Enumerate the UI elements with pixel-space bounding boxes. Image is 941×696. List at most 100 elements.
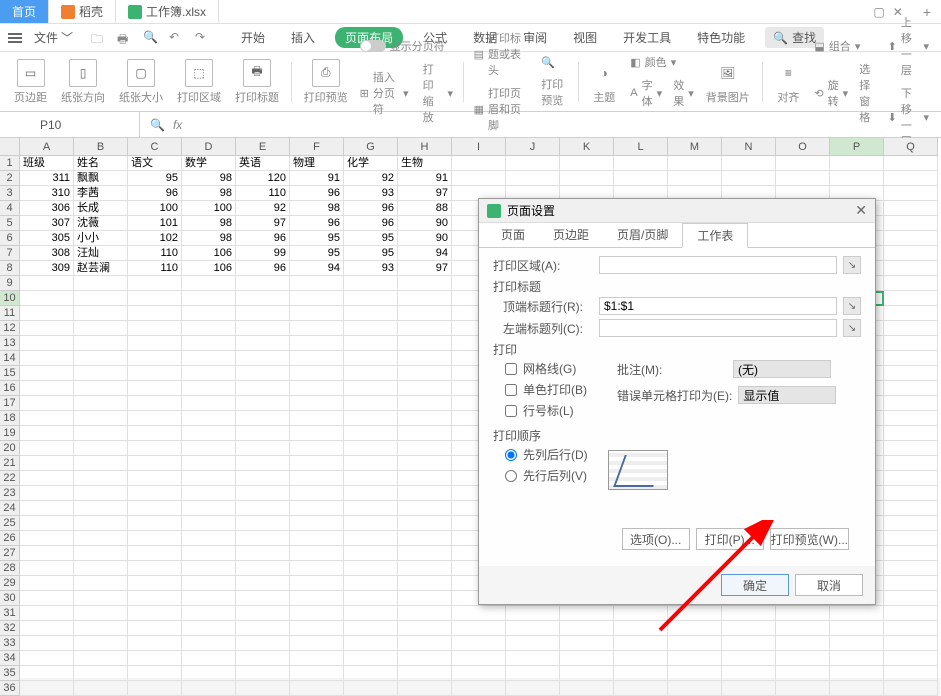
cell[interactable]	[128, 651, 182, 666]
cell[interactable]	[290, 366, 344, 381]
cell[interactable]: 120	[236, 171, 290, 186]
cell[interactable]	[290, 276, 344, 291]
cell[interactable]	[884, 156, 938, 171]
cell[interactable]	[398, 321, 452, 336]
cell[interactable]	[344, 516, 398, 531]
cell[interactable]	[830, 621, 884, 636]
cell[interactable]	[668, 171, 722, 186]
cell[interactable]	[182, 306, 236, 321]
cell[interactable]	[452, 171, 506, 186]
cell[interactable]	[20, 471, 74, 486]
cell[interactable]	[506, 606, 560, 621]
undo-icon[interactable]: ↶	[169, 30, 185, 46]
cell[interactable]	[884, 396, 938, 411]
cell[interactable]	[398, 306, 452, 321]
cell[interactable]: 沈薇	[74, 216, 128, 231]
cell[interactable]	[452, 651, 506, 666]
cell[interactable]	[182, 501, 236, 516]
cell[interactable]	[884, 186, 938, 201]
cell[interactable]: 97	[398, 186, 452, 201]
cell[interactable]	[236, 606, 290, 621]
cell[interactable]	[182, 516, 236, 531]
cell[interactable]	[20, 546, 74, 561]
cell[interactable]	[290, 441, 344, 456]
cell[interactable]	[128, 411, 182, 426]
cell[interactable]	[182, 606, 236, 621]
ribbon-tab-special[interactable]: 特色功能	[691, 27, 751, 48]
cell[interactable]	[182, 411, 236, 426]
row-header-33[interactable]: 33	[0, 636, 20, 651]
cell[interactable]: 96	[344, 216, 398, 231]
tool-preview[interactable]: 🔍	[537, 54, 571, 71]
cell[interactable]	[614, 666, 668, 681]
row-header-15[interactable]: 15	[0, 366, 20, 381]
cell[interactable]	[290, 666, 344, 681]
row-header-28[interactable]: 28	[0, 561, 20, 576]
cell[interactable]	[182, 336, 236, 351]
cell[interactable]	[290, 411, 344, 426]
cell[interactable]	[398, 546, 452, 561]
cell[interactable]	[290, 591, 344, 606]
cell[interactable]: 数学	[182, 156, 236, 171]
picker-print-area[interactable]: ↘	[843, 256, 861, 274]
cell[interactable]	[74, 546, 128, 561]
cell[interactable]	[830, 681, 884, 696]
cell[interactable]	[182, 456, 236, 471]
row-header-9[interactable]: 9	[0, 276, 20, 291]
cell[interactable]	[20, 441, 74, 456]
tool-size[interactable]: ▢纸张大小	[113, 59, 169, 105]
cell[interactable]	[884, 486, 938, 501]
cell[interactable]: 赵芸澜	[74, 261, 128, 276]
cell[interactable]	[884, 441, 938, 456]
cell[interactable]	[614, 171, 668, 186]
cell[interactable]	[20, 621, 74, 636]
cell[interactable]: 91	[290, 171, 344, 186]
cell[interactable]: 99	[236, 246, 290, 261]
cell[interactable]	[884, 246, 938, 261]
cell[interactable]	[398, 486, 452, 501]
cell[interactable]	[776, 156, 830, 171]
cell[interactable]: 97	[398, 261, 452, 276]
cell[interactable]	[236, 651, 290, 666]
cell[interactable]	[398, 366, 452, 381]
cell[interactable]	[182, 366, 236, 381]
radio-down-over-input[interactable]	[505, 449, 517, 461]
cell[interactable]	[128, 486, 182, 501]
cell[interactable]	[128, 501, 182, 516]
cell[interactable]	[20, 456, 74, 471]
cell[interactable]: 110	[128, 246, 182, 261]
cell[interactable]	[182, 561, 236, 576]
cell[interactable]: 物理	[290, 156, 344, 171]
cell[interactable]	[128, 471, 182, 486]
row-header-29[interactable]: 29	[0, 576, 20, 591]
cell[interactable]: 98	[182, 216, 236, 231]
cell[interactable]	[884, 471, 938, 486]
file-menu[interactable]: 文件﹀	[26, 27, 81, 48]
cell[interactable]	[74, 591, 128, 606]
cell[interactable]	[20, 636, 74, 651]
cell[interactable]: 90	[398, 216, 452, 231]
cell[interactable]: 100	[182, 201, 236, 216]
cell[interactable]	[20, 306, 74, 321]
chk-bw-input[interactable]	[505, 384, 517, 396]
cell[interactable]	[128, 681, 182, 696]
cell[interactable]	[20, 561, 74, 576]
cell[interactable]	[74, 516, 128, 531]
cell[interactable]	[560, 636, 614, 651]
cell[interactable]: 311	[20, 171, 74, 186]
cell[interactable]	[236, 486, 290, 501]
cell[interactable]	[506, 681, 560, 696]
cell[interactable]	[884, 321, 938, 336]
cell[interactable]	[398, 471, 452, 486]
cell[interactable]	[506, 636, 560, 651]
dlg-tab-margins[interactable]: 页边距	[539, 223, 603, 247]
cell[interactable]	[182, 681, 236, 696]
cell[interactable]	[776, 606, 830, 621]
ribbon-tab-insert[interactable]: 插入	[285, 27, 321, 48]
cell[interactable]	[236, 501, 290, 516]
cell[interactable]	[290, 516, 344, 531]
cell[interactable]	[398, 621, 452, 636]
name-box[interactable]: P10	[0, 112, 140, 137]
cell[interactable]	[128, 591, 182, 606]
cell[interactable]	[182, 546, 236, 561]
